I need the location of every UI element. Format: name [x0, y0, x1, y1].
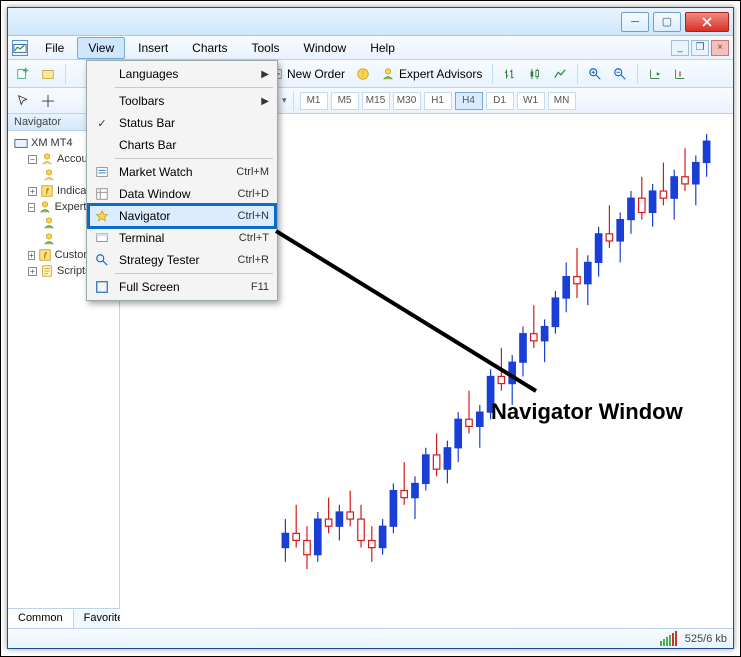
autotrading-icon[interactable]: ! [352, 63, 374, 85]
menu-toolbars[interactable]: Toolbars▶ [89, 90, 275, 112]
bar-chart-icon[interactable] [499, 63, 521, 85]
menu-market-watch[interactable]: Market WatchCtrl+M [89, 161, 275, 183]
menu-strategy-tester[interactable]: Strategy TesterCtrl+R [89, 249, 275, 271]
titlebar: ─ ▢ [8, 8, 733, 36]
view-dropdown: Languages▶ Toolbars▶ Status Bar Charts B… [86, 60, 278, 301]
navigator-tabs: Common Favorites [8, 608, 119, 628]
tf-m5[interactable]: M5 [331, 92, 359, 110]
line-chart-icon[interactable] [549, 63, 571, 85]
tf-m1[interactable]: M1 [300, 92, 328, 110]
expert-advisors-button[interactable]: Expert Advisors [377, 67, 486, 81]
status-kb: 525/6 kb [685, 633, 727, 645]
minimize-button[interactable]: ─ [621, 12, 649, 32]
menu-navigator[interactable]: NavigatorCtrl+N [89, 205, 275, 227]
statusbar: 525/6 kb [8, 628, 733, 648]
menu-status-bar[interactable]: Status Bar [89, 112, 275, 134]
tf-h4[interactable]: H4 [455, 92, 483, 110]
check-icon [97, 116, 106, 130]
menu-charts[interactable]: Charts [181, 37, 238, 59]
tf-d1[interactable]: D1 [486, 92, 514, 110]
zoom-in-icon[interactable] [584, 63, 606, 85]
tf-m30[interactable]: M30 [393, 92, 421, 110]
menu-terminal[interactable]: TerminalCtrl+T [89, 227, 275, 249]
svg-text:!: ! [362, 69, 364, 78]
annotation-label: Navigator Window [491, 399, 683, 425]
menu-help[interactable]: Help [359, 37, 406, 59]
menu-file[interactable]: File [34, 37, 75, 59]
candle-chart-icon[interactable] [524, 63, 546, 85]
maximize-button[interactable]: ▢ [653, 12, 681, 32]
menu-data-window[interactable]: Data WindowCtrl+D [89, 183, 275, 205]
close-button[interactable] [685, 12, 729, 32]
tf-w1[interactable]: W1 [517, 92, 545, 110]
tf-h1[interactable]: H1 [424, 92, 452, 110]
profiles-icon[interactable] [37, 63, 59, 85]
menu-charts-bar[interactable]: Charts Bar [89, 134, 275, 156]
menu-languages[interactable]: Languages▶ [89, 63, 275, 85]
crosshair-icon[interactable] [37, 90, 59, 112]
cursor-icon[interactable] [12, 90, 34, 112]
mdi-restore-button[interactable]: ❐ [691, 40, 709, 56]
menu-view[interactable]: View [77, 37, 125, 59]
tf-m15[interactable]: M15 [362, 92, 390, 110]
mdi-close-button[interactable]: × [711, 40, 729, 56]
connection-icon [660, 631, 677, 646]
new-order-label: New Order [287, 67, 345, 81]
menu-tools[interactable]: Tools [241, 37, 291, 59]
menu-window[interactable]: Window [293, 37, 358, 59]
menu-full-screen[interactable]: Full ScreenF11 [89, 276, 275, 298]
menubar: File View Insert Charts Tools Window Hel… [8, 36, 733, 60]
menu-insert[interactable]: Insert [127, 37, 179, 59]
app-window: ─ ▢ File View Insert Charts Tools Window… [7, 7, 734, 649]
expert-advisors-label: Expert Advisors [399, 67, 482, 81]
mdi-minimize-button[interactable]: _ [671, 40, 689, 56]
navigator-title: Navigator [14, 116, 61, 128]
tab-common[interactable]: Common [8, 609, 74, 628]
app-icon [12, 40, 28, 56]
autoscroll-icon[interactable] [644, 63, 666, 85]
tf-mn[interactable]: MN [548, 92, 576, 110]
new-chart-icon[interactable] [12, 63, 34, 85]
zoom-out-icon[interactable] [609, 63, 631, 85]
chart-shift-icon[interactable] [669, 63, 691, 85]
